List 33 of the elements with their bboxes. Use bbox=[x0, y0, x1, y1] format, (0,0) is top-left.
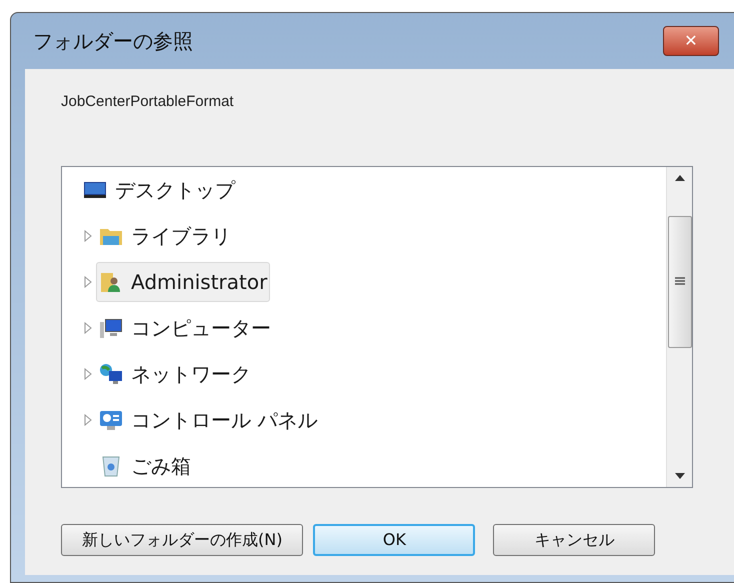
scroll-thumb[interactable] bbox=[668, 216, 692, 348]
tree-item[interactable]: コンピューター bbox=[96, 308, 274, 348]
dialog-button[interactable]: OK bbox=[313, 524, 476, 556]
control-panel-icon bbox=[99, 408, 123, 430]
tree-item-label: ネットワーク bbox=[131, 360, 251, 388]
scrollbar[interactable] bbox=[666, 166, 692, 486]
tree-item[interactable]: ネットワーク bbox=[96, 354, 254, 394]
tree-item-label: ライブラリ bbox=[131, 222, 231, 250]
globe-monitor-icon bbox=[99, 362, 123, 384]
dialog-button[interactable]: キャンセル bbox=[493, 524, 656, 556]
dialog-button[interactable]: 新しいフォルダーの作成(N) bbox=[61, 524, 304, 556]
window-title: フォルダーの参照 bbox=[33, 28, 193, 55]
expand-arrow-icon[interactable] bbox=[84, 368, 92, 380]
expand-arrow-icon[interactable] bbox=[84, 230, 92, 242]
scroll-up-icon[interactable] bbox=[674, 174, 684, 180]
tree-item[interactable]: ごみ箱 bbox=[96, 446, 194, 486]
expand-arrow-icon[interactable] bbox=[84, 276, 92, 288]
tree-item-label: ごみ箱 bbox=[131, 452, 191, 480]
tree-item[interactable]: コントロール パネル bbox=[96, 400, 320, 440]
tree-item-label: デスクトップ bbox=[115, 176, 235, 204]
tree-item-label: コンピューター bbox=[131, 314, 271, 342]
tree-item[interactable]: ライブラリ bbox=[96, 216, 234, 256]
tree-item[interactable]: デスクトップ bbox=[80, 170, 238, 210]
grip-icon bbox=[674, 276, 684, 286]
description-text: JobCenterPortableFormat bbox=[61, 92, 235, 112]
user-folder-icon bbox=[99, 270, 123, 292]
expand-arrow-icon[interactable] bbox=[84, 414, 92, 426]
tree-item-label: Administrator bbox=[131, 268, 268, 296]
tree-item[interactable]: Administrator bbox=[96, 262, 270, 302]
computer-icon bbox=[99, 316, 123, 338]
tree-item-label: コントロール パネル bbox=[131, 406, 318, 434]
expand-arrow-icon[interactable] bbox=[84, 322, 92, 334]
scroll-down-icon[interactable] bbox=[674, 472, 684, 478]
